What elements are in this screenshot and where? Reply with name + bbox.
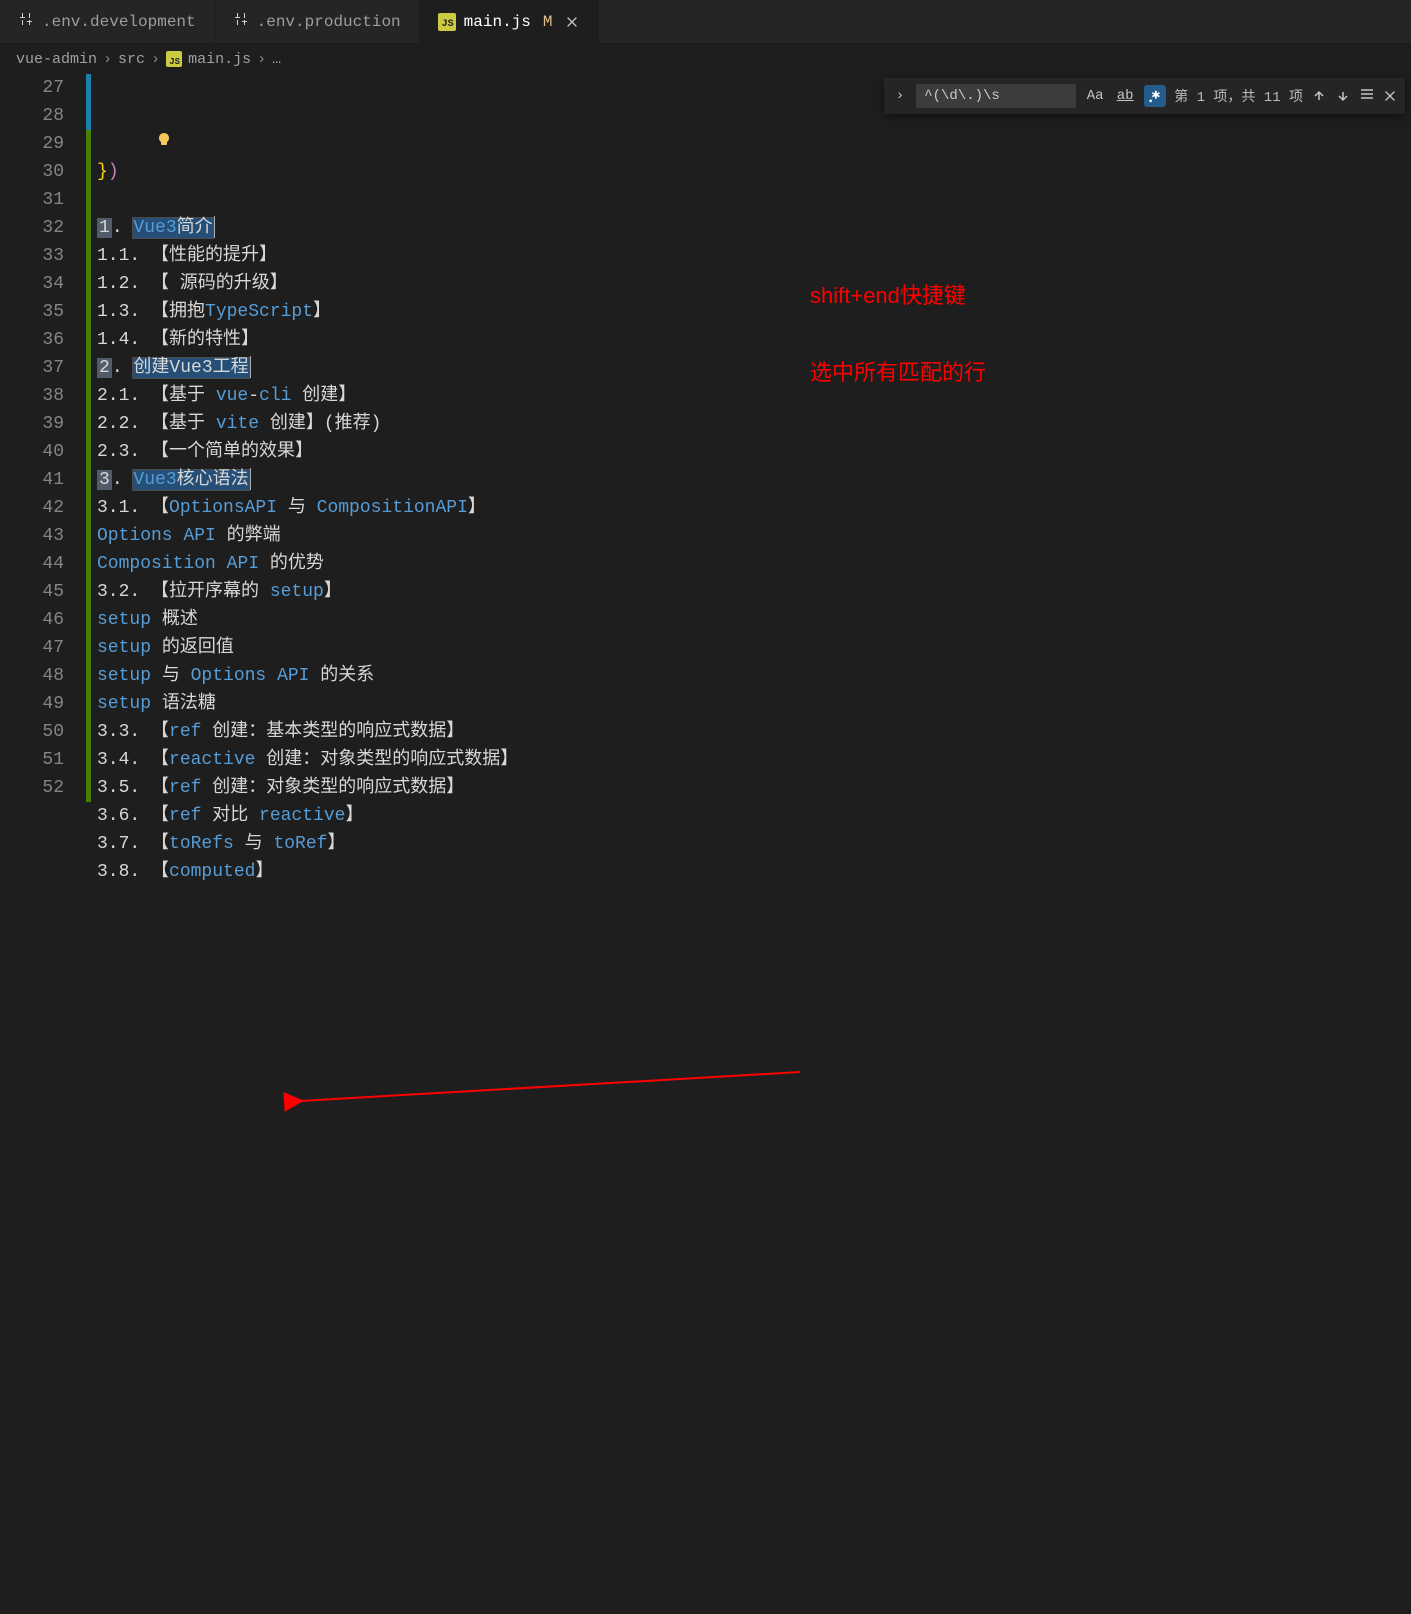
code-line[interactable]: 3. Vue3核心语法 — [97, 466, 518, 494]
tab-env-production[interactable]: .env.production — [215, 0, 420, 43]
code-line[interactable]: 3.4. 【reactive 创建：对象类型的响应式数据】 — [97, 746, 518, 774]
find-next-button[interactable] — [1335, 88, 1351, 104]
close-icon[interactable] — [1383, 89, 1397, 103]
editor[interactable]: 2728293031323334353637383940414243444546… — [0, 74, 1411, 807]
code-line[interactable]: setup 与 Options API 的关系 — [97, 662, 518, 690]
code-line[interactable]: 1. Vue3简介 — [97, 214, 518, 242]
js-icon: JS — [438, 13, 456, 31]
code-line[interactable]: 1.4. 【新的特性】 — [97, 326, 518, 354]
code-content[interactable]: }) 1. Vue3简介1.1. 【性能的提升】1.2. 【 源码的升级】1.3… — [91, 74, 518, 807]
code-line[interactable]: 3.8. 【computed】 — [97, 858, 518, 886]
code-line[interactable]: 2.1. 【基于 vue-cli 创建】 — [97, 382, 518, 410]
chevron-right-icon: › — [151, 51, 160, 68]
code-line[interactable]: 2.3. 【一个简单的效果】 — [97, 438, 518, 466]
dirty-indicator: M — [543, 13, 553, 31]
regex-toggle[interactable] — [1144, 85, 1166, 107]
code-line[interactable]: 3.3. 【ref 创建：基本类型的响应式数据】 — [97, 718, 518, 746]
annotation-text: 选中所有匹配的行 — [810, 355, 986, 387]
selection: Vue3简介 — [133, 218, 212, 238]
selection: Vue3核心语法 — [133, 470, 248, 490]
annotation-arrow — [0, 807, 1411, 1614]
breadcrumb-item[interactable]: vue-admin — [16, 51, 97, 68]
menu-icon[interactable] — [1359, 86, 1375, 107]
selection: 创建Vue3工程 — [133, 358, 248, 378]
code-line[interactable]: 2. 创建Vue3工程 — [97, 354, 518, 382]
code-line[interactable]: 3.7. 【toRefs 与 toRef】 — [97, 830, 518, 858]
code-line[interactable] — [97, 186, 518, 214]
code-line[interactable]: 1.3. 【拥抱TypeScript】 — [97, 298, 518, 326]
editor-tabs: .env.development .env.production JS main… — [0, 0, 1411, 44]
settings-icon — [18, 11, 34, 32]
tab-label: .env.development — [42, 13, 196, 31]
js-icon: JS — [166, 51, 182, 67]
code-line[interactable]: 1.2. 【 源码的升级】 — [97, 270, 518, 298]
breadcrumb-item[interactable]: … — [272, 51, 281, 68]
code-line[interactable]: Composition API 的优势 — [97, 550, 518, 578]
lightbulb-icon[interactable] — [91, 102, 172, 186]
tab-main-js[interactable]: JS main.js M — [420, 0, 600, 43]
chevron-right-icon: › — [257, 51, 266, 68]
tab-env-development[interactable]: .env.development — [0, 0, 215, 43]
code-line[interactable]: setup 概述 — [97, 606, 518, 634]
chevron-right-icon[interactable]: › — [892, 88, 908, 104]
match-case-toggle[interactable]: Aa — [1084, 85, 1106, 107]
code-line[interactable]: setup 的返回值 — [97, 634, 518, 662]
breadcrumb-item[interactable]: main.js — [188, 51, 251, 68]
code-line[interactable]: 3.6. 【ref 对比 reactive】 — [97, 802, 518, 830]
find-results: 第 1 项，共 11 项 — [1174, 86, 1303, 106]
code-line[interactable]: 1.1. 【性能的提升】 — [97, 242, 518, 270]
find-input[interactable] — [916, 84, 1076, 108]
tab-label: main.js — [464, 13, 531, 31]
breadcrumb-item[interactable]: src — [118, 51, 145, 68]
code-line[interactable]: 3.1. 【OptionsAPI 与 CompositionAPI】 — [97, 494, 518, 522]
close-icon[interactable] — [564, 14, 580, 30]
line-number-gutter: 2728293031323334353637383940414243444546… — [0, 74, 80, 807]
breadcrumb[interactable]: vue-admin › src › JS main.js › … — [0, 44, 1411, 74]
chevron-right-icon: › — [103, 51, 112, 68]
code-line[interactable]: 2.2. 【基于 vite 创建】(推荐) — [97, 410, 518, 438]
annotation-text: shift+end快捷键 — [810, 278, 966, 310]
code-line[interactable]: Options API 的弊端 — [97, 522, 518, 550]
tab-label: .env.production — [257, 13, 401, 31]
find-widget: › Aa ab 第 1 项，共 11 项 — [884, 78, 1405, 114]
find-prev-button[interactable] — [1311, 88, 1327, 104]
code-line[interactable]: 3.5. 【ref 创建：对象类型的响应式数据】 — [97, 774, 518, 802]
code-line[interactable]: 3.2. 【拉开序幕的 setup】 — [97, 578, 518, 606]
settings-icon — [233, 11, 249, 32]
code-line[interactable]: setup 语法糖 — [97, 690, 518, 718]
whole-word-toggle[interactable]: ab — [1114, 85, 1136, 107]
